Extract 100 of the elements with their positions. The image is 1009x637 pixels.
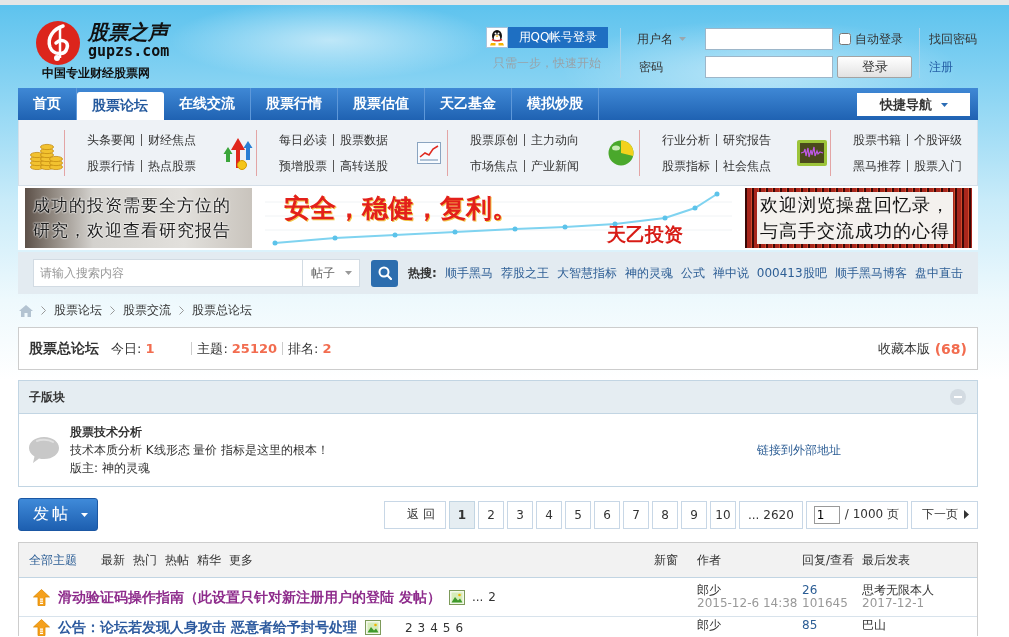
subnav-link[interactable]: 股票书籍 (853, 132, 902, 147)
thread-page-link[interactable]: 2 (404, 620, 413, 635)
page-link[interactable]: 9 (681, 500, 707, 529)
subnav-link[interactable]: 股票入门 (907, 159, 963, 172)
stat-value: 1 (145, 341, 155, 356)
filter-link[interactable]: 热帖 (165, 551, 189, 569)
last-page-link[interactable]: ... 2620 (739, 500, 803, 529)
nav-tab[interactable]: 股票论坛 (77, 92, 164, 120)
external-link[interactable]: 链接到外部地址 (757, 441, 841, 459)
page-link[interactable]: 7 (623, 500, 649, 529)
subnav-link[interactable]: 高转送股 (332, 159, 388, 172)
new-post-button[interactable]: 发帖 (18, 498, 98, 531)
next-page-button[interactable]: 下一页 (911, 500, 978, 529)
page-link[interactable]: 4 (536, 500, 562, 529)
banner-ad[interactable]: 欢迎浏览操盘回忆录， 与高手交流成功的心得 (745, 188, 972, 248)
subnav-link[interactable]: 股票数据 (332, 133, 388, 146)
favorite-link[interactable]: 收藏本版 (877, 339, 930, 358)
subnav-link[interactable]: 社会焦点 (715, 159, 771, 172)
hot-search-link[interactable]: 禅中说 (712, 264, 749, 282)
search-scope-dropdown[interactable]: 帖子 (302, 259, 360, 287)
collapse-icon[interactable] (950, 389, 966, 405)
forgot-password-link[interactable]: 找回密码 (929, 30, 977, 48)
page-link[interactable]: 3 (507, 500, 533, 529)
subnav-link[interactable]: 行业分析 (661, 132, 710, 147)
subnav-link[interactable]: 股票原创 (470, 132, 519, 147)
subnav-link[interactable]: 财经焦点 (141, 133, 196, 146)
auto-login-checkbox[interactable] (839, 33, 851, 45)
page-link[interactable]: 8 (652, 500, 678, 529)
moderator-label: 版主: (70, 460, 99, 477)
hot-search-link[interactable]: 顺手黑马 (444, 264, 493, 282)
subnav-link[interactable]: 热点股票 (141, 159, 196, 172)
banner-ad[interactable]: 成功的投资需要全方位的 研究，欢迎查看研究报告 (25, 188, 252, 248)
total-pages-label: / 1000 页 (844, 506, 899, 523)
breadcrumb-link[interactable]: 股票总论坛 (192, 302, 252, 319)
last-poster-link[interactable]: 巴山 (862, 619, 886, 632)
subnav-link[interactable]: 股票指标 (661, 158, 710, 173)
filter-link[interactable]: 热门 (133, 551, 157, 569)
subnav-link[interactable]: 每日必读 (278, 132, 327, 147)
breadcrumb-link[interactable]: 股票交流 (123, 302, 171, 319)
filter-link[interactable]: 最新 (101, 551, 125, 569)
hot-search-link[interactable]: 公式 (680, 264, 705, 282)
hot-search-link[interactable]: 大智慧指标 (556, 264, 617, 282)
subnav-link[interactable]: 预增股票 (278, 158, 327, 173)
section-title: 子版块 (29, 388, 65, 406)
hot-search-link[interactable]: 神的灵魂 (624, 264, 673, 282)
subnav-link[interactable]: 头条要闻 (87, 132, 135, 147)
caret-icon[interactable] (679, 37, 686, 41)
page-link[interactable]: 2 (478, 500, 504, 529)
thread-page-link[interactable]: 3 (417, 620, 426, 635)
thread-title[interactable]: 滑动验证码操作指南（此设置只针对新注册用户的登陆 发帖） (58, 588, 441, 606)
page-input[interactable]: 1 (813, 505, 840, 524)
register-link[interactable]: 注册 (929, 58, 977, 76)
subnav-link[interactable]: 黑马推荐 (853, 158, 902, 173)
thread-page-link[interactable]: 4 (430, 620, 438, 635)
subnav-link[interactable]: 市场焦点 (470, 158, 519, 173)
page-link[interactable]: 6 (594, 500, 620, 529)
thread-page-link[interactable]: 6 (455, 620, 464, 635)
banner-slogan: 安全，稳健，复利。 (284, 193, 518, 223)
banner-ad[interactable]: 安全，稳健，复利。 天乙投资 (265, 188, 732, 248)
all-threads-tab[interactable]: 全部主题 (29, 551, 77, 569)
hot-search-link[interactable]: 000413股吧 (756, 264, 827, 282)
reply-count[interactable]: 26 (802, 584, 818, 597)
search-button[interactable] (371, 259, 398, 287)
banner-brand: 天乙投资 (607, 223, 683, 245)
breadcrumb-link[interactable]: 股票论坛 (54, 302, 102, 319)
home-icon[interactable] (19, 304, 33, 317)
hot-search-link[interactable]: 顺手黑马博客 (834, 264, 907, 282)
author-link[interactable]: 郎少 (697, 584, 721, 597)
page-link[interactable]: 10 (710, 500, 736, 529)
page-ellipsis: ... (471, 590, 484, 604)
moderator-link[interactable]: 神的灵魂 (102, 459, 151, 477)
banner-text: 欢迎浏览操盘回忆录， (757, 192, 953, 218)
filter-link[interactable]: 更多 (229, 551, 253, 569)
caret-icon (940, 102, 948, 107)
hot-search-link[interactable]: 荐股之王 (500, 264, 549, 282)
subnav-link[interactable]: 个股评级 (907, 133, 963, 146)
password-field[interactable] (705, 56, 833, 78)
thread-page-link[interactable]: 2 (488, 590, 496, 604)
login-button[interactable]: 登录 (837, 56, 912, 78)
username-field[interactable] (705, 28, 833, 50)
reply-count[interactable]: 85 (802, 619, 818, 632)
hot-search-link[interactable]: 盘中直击 (914, 264, 963, 282)
subnav-link[interactable]: 产业新闻 (524, 159, 580, 172)
qq-login-button[interactable]: 用QQ帐号登录 (486, 27, 608, 48)
thread-page-link[interactable]: 5 (442, 620, 451, 635)
author-link[interactable]: 郎少 (697, 619, 721, 632)
subforum-name[interactable]: 股票技术分析 (70, 423, 142, 441)
page-link[interactable]: 1 (449, 500, 475, 529)
thread-title[interactable]: 公告：论坛若发现人身攻击 恶意者给予封号处理 (58, 619, 357, 636)
subnav-link[interactable]: 主力动向 (524, 133, 580, 146)
last-post-date: 2017-12-1 (862, 597, 925, 610)
search-field[interactable]: 请输入搜索内容 (33, 259, 302, 287)
last-poster-link[interactable]: 思考无限本人 (862, 584, 934, 597)
page-link[interactable]: 5 (565, 500, 591, 529)
subnav-link[interactable]: 股票行情 (87, 158, 135, 173)
filter-link[interactable]: 精华 (197, 551, 221, 569)
subnav-link[interactable]: 研究报告 (715, 133, 771, 146)
post-date: 2015-12-6 14:38 (697, 597, 798, 610)
quick-nav-dropdown[interactable]: 快捷导航 (857, 93, 970, 116)
back-link[interactable]: 返 回 (384, 500, 446, 529)
